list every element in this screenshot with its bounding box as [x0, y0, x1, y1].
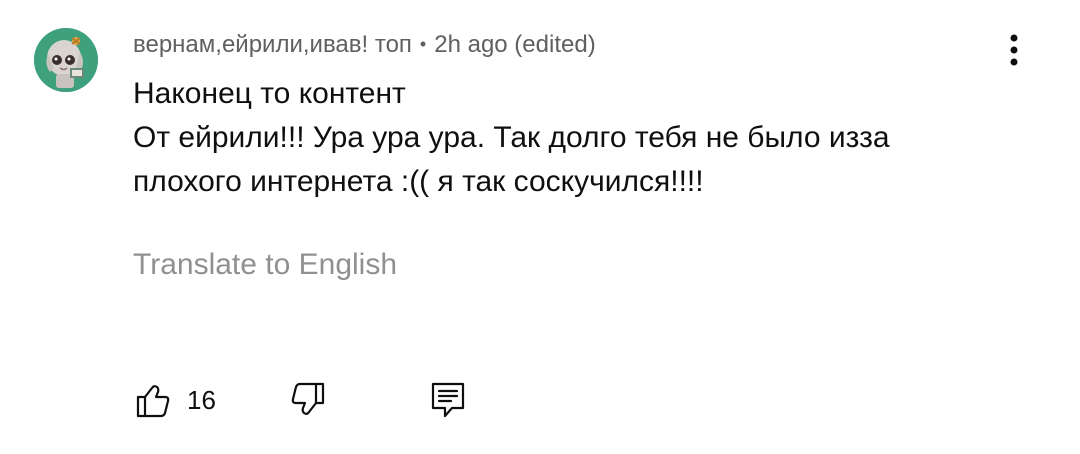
dislike-button[interactable] — [288, 372, 328, 428]
like-count: 16 — [187, 385, 216, 415]
avatar[interactable] — [34, 28, 98, 92]
translate-link[interactable]: Translate to English — [133, 247, 397, 283]
more-options-button[interactable] — [996, 26, 1032, 74]
like-button[interactable]: 16 — [133, 372, 216, 428]
avatar-image — [34, 28, 98, 92]
comment: вернам,ейрили,ивав! топ • 2h ago (edited) … — [0, 0, 1080, 454]
comment-line: Наконец то контент — [133, 77, 406, 110]
comment-body: Наконец то контент От ейрили!!! Ура ура … — [133, 72, 953, 204]
reply-button[interactable] — [428, 372, 468, 428]
thumbs-down-icon — [291, 382, 325, 415]
more-vertical-icon — [1010, 34, 1018, 66]
author-name[interactable]: вернам,ейрили,ивав! топ — [133, 31, 412, 58]
comment-line: плохого интернета :(( я так соскучился!!… — [133, 165, 704, 198]
comment-line: От ейрили!!! Ура ура ура. Так долго тебя… — [133, 121, 890, 154]
thumbs-up-icon — [136, 385, 170, 418]
comment-timestamp: 2h ago (edited) — [434, 31, 596, 58]
meta-separator: • — [419, 34, 427, 54]
comment-header: вернам,ейрили,ивав! топ • 2h ago (edited) — [133, 29, 596, 60]
reply-comment-icon — [431, 382, 465, 418]
comment-actions: 16 — [0, 372, 1080, 428]
